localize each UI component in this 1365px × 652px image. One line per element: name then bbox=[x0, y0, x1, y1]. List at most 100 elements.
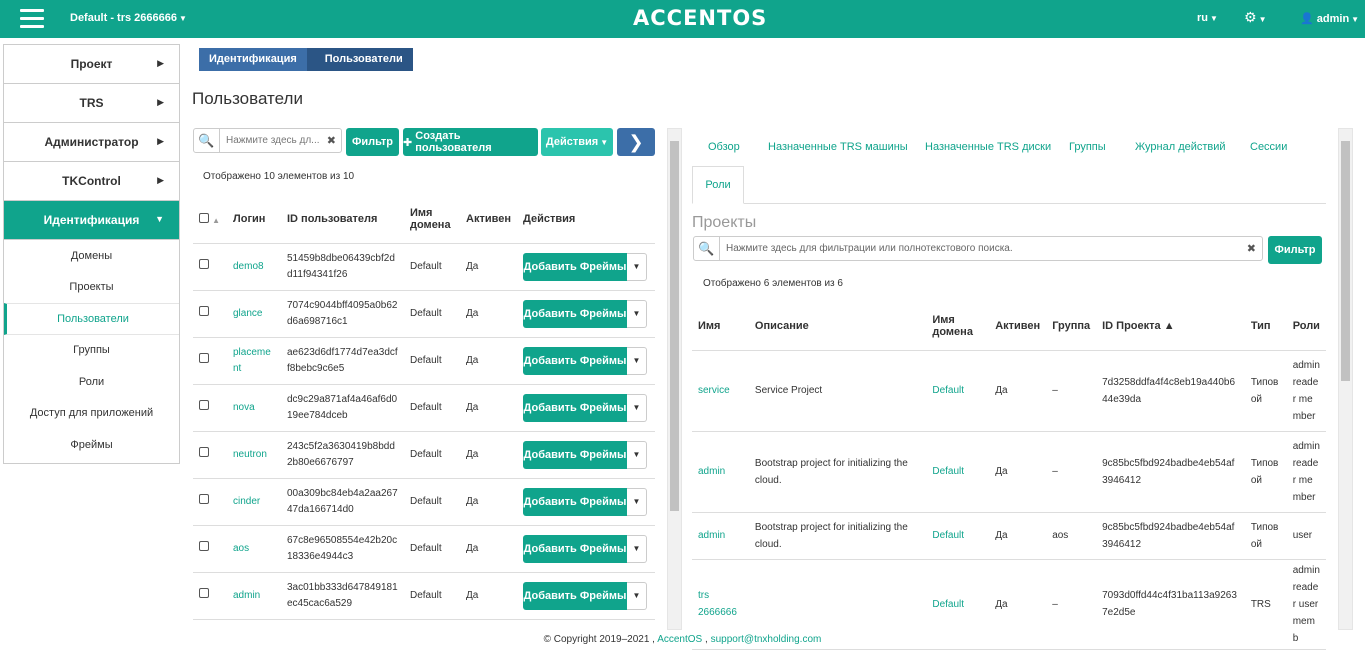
user-menu[interactable]: 👤 admin ▼ bbox=[1300, 12, 1359, 25]
user-login-link[interactable]: glance bbox=[227, 290, 281, 338]
row-actions-dropdown[interactable]: ▼ bbox=[626, 440, 647, 469]
col-id[interactable]: ID пользователя bbox=[281, 196, 404, 244]
detail-scrollbar[interactable] bbox=[1338, 128, 1353, 630]
add-frames-button[interactable]: Добавить Фреймы bbox=[522, 252, 627, 281]
user-login-link[interactable]: aos bbox=[227, 525, 281, 573]
user-login-link[interactable]: cinder bbox=[227, 478, 281, 526]
col-type[interactable]: Тип bbox=[1244, 302, 1287, 351]
col-active[interactable]: Активен bbox=[989, 302, 1047, 351]
breadcrumb-identity[interactable]: Идентификация bbox=[199, 48, 307, 71]
search-input[interactable]: Нажмите здесь для фильтрации или полноте… bbox=[720, 243, 1247, 254]
row-actions-dropdown[interactable]: ▼ bbox=[626, 487, 647, 516]
user-login-link[interactable]: nova bbox=[227, 384, 281, 432]
scrollbar-thumb[interactable] bbox=[1341, 141, 1350, 381]
support-email-link[interactable]: support@tnxholding.com bbox=[711, 634, 822, 645]
create-user-button[interactable]: ✚ Создать пользователя bbox=[403, 128, 538, 156]
add-frames-button[interactable]: Добавить Фреймы bbox=[522, 487, 627, 516]
col-roles[interactable]: Роли bbox=[1286, 302, 1326, 351]
project-domain-link[interactable]: Default bbox=[926, 431, 990, 513]
scrollbar-thumb[interactable] bbox=[670, 141, 679, 511]
users-search[interactable]: 🔍 Нажмите здесь дл... ✖ bbox=[193, 128, 342, 153]
row-actions-dropdown[interactable]: ▼ bbox=[626, 252, 647, 281]
sidebar-subitem-roles[interactable]: Роли bbox=[4, 366, 179, 398]
projects-count: Отображено 6 элементов из 6 bbox=[703, 278, 843, 289]
sidebar-item-identity[interactable]: Идентификация ▼ bbox=[4, 201, 179, 240]
project-name-link[interactable]: service bbox=[692, 350, 749, 432]
project-name-link[interactable]: admin bbox=[692, 431, 749, 513]
sidebar-item-project[interactable]: Проект ▶ bbox=[4, 45, 179, 84]
projects-filter-button[interactable]: Фильтр bbox=[1268, 236, 1322, 264]
row-actions-dropdown[interactable]: ▼ bbox=[626, 534, 647, 563]
accentos-link[interactable]: AccentOS bbox=[657, 634, 702, 645]
expand-button[interactable]: ❯ bbox=[617, 128, 655, 156]
col-domain[interactable]: Имя домена bbox=[926, 302, 990, 351]
sidebar-subitem-projects[interactable]: Проекты bbox=[4, 272, 179, 304]
row-actions-dropdown[interactable]: ▼ bbox=[626, 393, 647, 422]
row-checkbox[interactable] bbox=[199, 352, 209, 363]
tab-roles[interactable]: Роли bbox=[692, 166, 744, 204]
row-checkbox[interactable] bbox=[199, 540, 209, 551]
tab-groups[interactable]: Группы bbox=[1069, 141, 1106, 153]
col-name[interactable]: Имя bbox=[692, 302, 749, 351]
actions-button[interactable]: Действия ▼ bbox=[541, 128, 613, 156]
tab-sessions[interactable]: Сессии bbox=[1250, 141, 1287, 153]
col-active[interactable]: Активен bbox=[460, 196, 517, 244]
user-login-link[interactable]: demo8 bbox=[227, 243, 281, 291]
tab-overview[interactable]: Обзор bbox=[708, 141, 740, 153]
add-frames-button[interactable]: Добавить Фреймы bbox=[522, 534, 627, 563]
language-selector[interactable]: ru ▼ bbox=[1197, 12, 1218, 24]
sidebar-item-admin[interactable]: Администратор ▶ bbox=[4, 123, 179, 162]
row-actions-dropdown[interactable]: ▼ bbox=[626, 346, 647, 375]
row-actions-dropdown[interactable]: ▼ bbox=[626, 299, 647, 328]
breadcrumb-users[interactable]: Пользователи bbox=[306, 48, 413, 71]
user-login-link[interactable]: neutron bbox=[227, 431, 281, 479]
project-domain-link[interactable]: Default bbox=[926, 350, 990, 432]
project-selector[interactable]: Default - trs 2666666 ▼ bbox=[70, 12, 187, 24]
settings-menu[interactable]: ⚙ ▼ bbox=[1244, 9, 1266, 26]
sidebar-item-tkcontrol[interactable]: TKControl ▶ bbox=[4, 162, 179, 201]
row-checkbox[interactable] bbox=[199, 258, 209, 269]
user-domain: Default bbox=[404, 384, 460, 432]
add-frames-button[interactable]: Добавить Фреймы bbox=[522, 393, 627, 422]
add-frames-button[interactable]: Добавить Фреймы bbox=[522, 299, 627, 328]
row-actions-dropdown[interactable]: ▼ bbox=[626, 581, 647, 610]
tab-trs-disks[interactable]: Назначенные TRS диски bbox=[925, 141, 1051, 153]
sidebar-subitem-users[interactable]: Пользователи bbox=[4, 303, 179, 335]
user-login-link[interactable]: placement bbox=[227, 337, 281, 385]
sidebar-subitem-groups[interactable]: Группы bbox=[4, 335, 179, 367]
users-scrollbar[interactable] bbox=[667, 128, 682, 630]
col-login[interactable]: Логин bbox=[227, 196, 281, 244]
row-checkbox[interactable] bbox=[199, 493, 209, 504]
select-all-checkbox[interactable] bbox=[199, 212, 209, 223]
col-description[interactable]: Описание bbox=[748, 302, 927, 351]
user-login-link[interactable]: admin bbox=[227, 572, 281, 620]
col-project-id[interactable]: ID Проекта ▲ bbox=[1096, 302, 1245, 351]
add-frames-button[interactable]: Добавить Фреймы bbox=[522, 440, 627, 469]
row-actions-cell: Добавить Фреймы ▼ bbox=[516, 431, 655, 479]
chevron-down-icon: ▼ bbox=[632, 590, 641, 600]
tab-trs-machines[interactable]: Назначенные TRS машины bbox=[768, 141, 908, 153]
col-domain[interactable]: Имя домена bbox=[404, 196, 460, 244]
add-frames-button[interactable]: Добавить Фреймы bbox=[522, 346, 627, 375]
sidebar-item-trs[interactable]: TRS ▶ bbox=[4, 84, 179, 123]
sidebar-subitem-domains[interactable]: Домены bbox=[4, 240, 179, 272]
sidebar-subitem-frames[interactable]: Фреймы bbox=[4, 429, 179, 461]
clear-icon[interactable]: ✖ bbox=[1247, 242, 1262, 255]
tab-action-log[interactable]: Журнал действий bbox=[1135, 141, 1226, 153]
filter-button[interactable]: Фильтр bbox=[346, 128, 399, 156]
row-checkbox[interactable] bbox=[199, 399, 209, 410]
sidebar-subitem-app-access[interactable]: Доступ для приложений bbox=[4, 398, 179, 430]
search-input[interactable]: Нажмите здесь дл... bbox=[220, 135, 327, 146]
menu-icon[interactable] bbox=[20, 9, 44, 29]
row-checkbox[interactable] bbox=[199, 305, 209, 316]
project-type: Типовой bbox=[1244, 431, 1287, 513]
row-checkbox[interactable] bbox=[199, 587, 209, 598]
row-checkbox[interactable] bbox=[199, 446, 209, 457]
sort-icon[interactable]: ▲ bbox=[212, 216, 220, 225]
project-name-link[interactable]: admin bbox=[692, 512, 749, 560]
add-frames-button[interactable]: Добавить Фреймы bbox=[522, 581, 627, 610]
clear-icon[interactable]: ✖ bbox=[327, 134, 341, 147]
col-group[interactable]: Группа bbox=[1046, 302, 1097, 351]
projects-search[interactable]: 🔍 Нажмите здесь для фильтрации или полно… bbox=[693, 236, 1263, 261]
project-domain-link[interactable]: Default bbox=[926, 512, 990, 560]
